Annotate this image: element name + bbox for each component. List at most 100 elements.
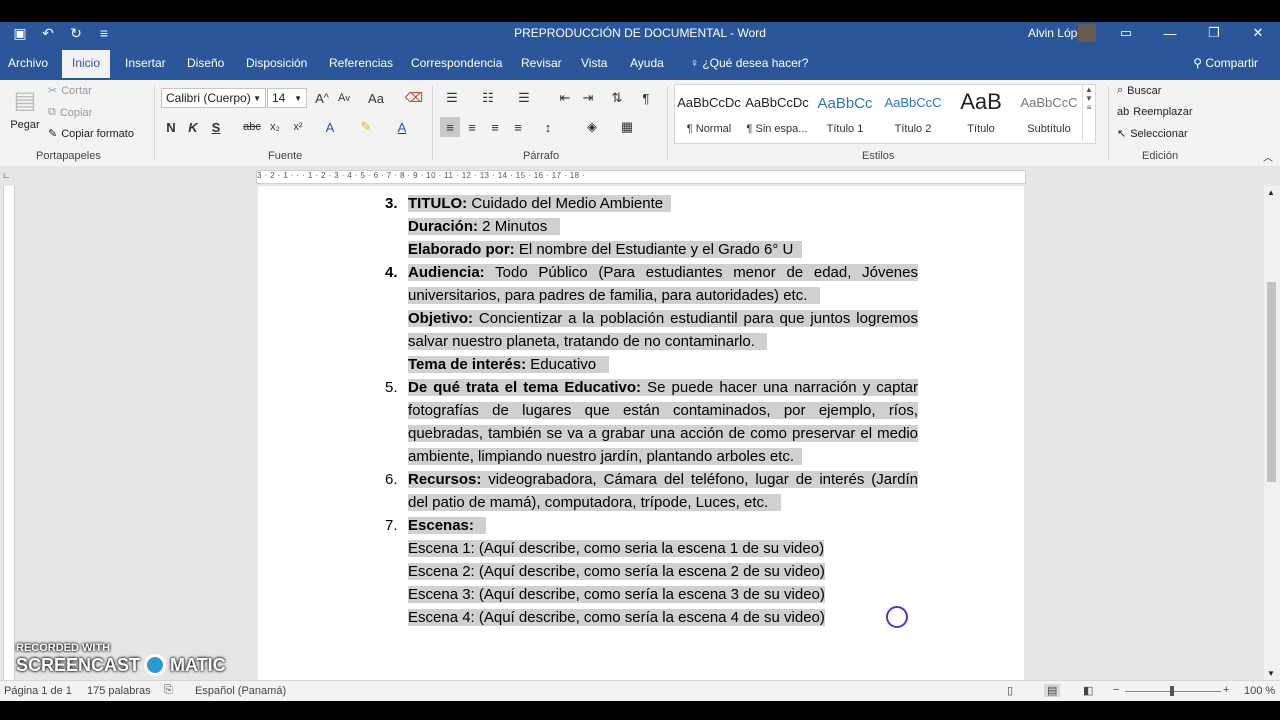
copy-button[interactable]: ⧉ Copiar — [48, 106, 92, 119]
shading-icon[interactable]: ◈ — [582, 117, 602, 137]
read-mode-icon[interactable]: ▯ — [1007, 684, 1013, 697]
grow-font-icon[interactable]: A ^ — [312, 88, 332, 108]
ribbon-display-options-icon[interactable]: ▭ — [1104, 22, 1148, 44]
share-button[interactable]: ⚲ Compartir — [1193, 56, 1258, 70]
style-preview: AaBbCcC — [1020, 95, 1078, 110]
font-name-combo[interactable]: Calibri (Cuerpo) ▼ — [161, 88, 266, 108]
cut-button[interactable]: ✂ Cortar — [48, 84, 92, 98]
scroll-thumb[interactable] — [1267, 282, 1276, 482]
page-count[interactable]: Página 1 de 1 — [4, 685, 72, 697]
zoom-level[interactable]: 100 % — [1244, 685, 1275, 697]
tab-referencias[interactable]: Referencias — [329, 56, 393, 70]
style-preview: AaBbCcDc — [677, 95, 741, 110]
mouse-cursor-indicator — [886, 606, 908, 628]
list-number: 4. — [385, 264, 398, 281]
clear-formatting-icon[interactable]: ⌫ — [404, 88, 424, 108]
vertical-ruler[interactable] — [0, 186, 16, 680]
list-text: 2 Minutos — [478, 218, 548, 235]
font-size-combo[interactable]: 14 ▼ — [267, 88, 307, 108]
style-normal[interactable]: AaBbCcDc ¶ Normal — [675, 85, 743, 141]
horizontal-ruler[interactable]: 3 · 2 · 1 · · · 1 · 2 · 3 · 4 · 5 · 6 · … — [256, 170, 1026, 184]
bold-button[interactable]: N — [161, 117, 181, 137]
tab-disposicion[interactable]: Disposición — [246, 56, 307, 70]
borders-icon[interactable]: ▦ — [617, 117, 637, 137]
strikethrough-button[interactable]: abc — [242, 117, 262, 137]
tab-vista[interactable]: Vista — [581, 56, 607, 70]
justify-icon[interactable]: ≡ — [508, 117, 528, 137]
document-area: 3. TITULO: Cuidado del Medio Ambiente Dur… — [0, 186, 1264, 680]
pilcrow-icon[interactable]: ¶ — [636, 88, 656, 108]
tab-archivo[interactable]: Archivo — [8, 56, 48, 70]
style-heading-2[interactable]: AaBbCcC Título 2 — [879, 85, 947, 141]
italic-button[interactable]: K — [183, 117, 203, 137]
avatar[interactable] — [1078, 24, 1096, 42]
font-color-icon[interactable]: A — [392, 117, 412, 137]
styles-scroll[interactable]: ▲ ▼ ≡ — [1082, 85, 1095, 141]
list-text: Educativo — [526, 356, 597, 373]
align-right-icon[interactable]: ≡ — [485, 117, 505, 137]
tab-diseno[interactable]: Diseño — [187, 56, 224, 70]
font-size-value: 14 — [272, 91, 286, 105]
align-center-icon[interactable]: ≡ — [462, 117, 482, 137]
tab-ayuda[interactable]: Ayuda — [630, 56, 664, 70]
document-page[interactable]: 3. TITULO: Cuidado del Medio Ambiente Dur… — [258, 186, 1024, 680]
vertical-scrollbar[interactable]: ▲ ▼ — [1264, 186, 1280, 680]
bullets-icon[interactable]: ☰ — [442, 88, 462, 108]
zoom-slider-thumb[interactable] — [1170, 686, 1174, 696]
paste-button[interactable]: ▤ Pegar — [10, 86, 40, 131]
tab-correspondencia[interactable]: Correspondencia — [411, 56, 502, 70]
scroll-up-icon[interactable]: ▲ — [1267, 188, 1275, 197]
subscript-button[interactable]: x₂ — [265, 117, 285, 137]
replace-icon: ab — [1117, 106, 1130, 118]
style-heading-1[interactable]: AaBbCc Título 1 — [811, 85, 879, 141]
style-no-spacing[interactable]: AaBbCcDc ¶ Sin espa... — [743, 85, 811, 141]
web-layout-icon[interactable]: ◧ — [1083, 684, 1093, 697]
find-button[interactable]: ⌕ Buscar — [1117, 84, 1161, 97]
align-left-icon[interactable]: ≡ — [440, 117, 460, 137]
select-button[interactable]: ↖ Seleccionar — [1117, 127, 1188, 141]
close-icon[interactable]: ✕ — [1236, 22, 1280, 44]
scroll-down-icon[interactable]: ▼ — [1267, 669, 1275, 678]
tell-me-box[interactable]: ♀ ¿Qué desea hacer? — [690, 56, 808, 70]
chevron-down-icon: ▼ — [294, 93, 302, 103]
style-subtitle[interactable]: AaBbCcC Subtítulo — [1015, 85, 1083, 141]
superscript-button[interactable]: x² — [288, 117, 308, 137]
increase-indent-icon[interactable]: ⇥ — [578, 88, 598, 108]
minimize-icon[interactable]: — — [1148, 22, 1192, 44]
format-painter-button[interactable]: ✎ Copiar formato — [48, 127, 134, 141]
ribbon-tabs: Archivo Inicio Insertar Diseño Disposici… — [0, 44, 1280, 80]
style-title[interactable]: AaB Título — [947, 85, 1015, 141]
tab-revisar[interactable]: Revisar — [521, 56, 562, 70]
change-case-button[interactable]: Aa — [362, 88, 390, 108]
highlight-icon[interactable]: ✎ — [356, 117, 376, 137]
collapse-ribbon-icon[interactable]: ︿ — [1258, 146, 1278, 166]
document-content[interactable]: 3. TITULO: Cuidado del Medio Ambiente Dur… — [385, 192, 918, 629]
tab-insertar[interactable]: Insertar — [125, 56, 166, 70]
proofing-icon[interactable]: ⎘ — [164, 684, 173, 697]
restore-icon[interactable]: ❐ — [1192, 22, 1236, 44]
text-effects-icon[interactable]: A — [320, 117, 340, 137]
tab-selector-icon[interactable]: ∟ — [2, 170, 14, 182]
shrink-font-icon[interactable]: Av — [334, 88, 354, 108]
list-label: Objetivo: — [408, 310, 474, 327]
print-layout-icon[interactable]: ▤ — [1044, 684, 1061, 697]
watermark-line3: MATIC — [170, 654, 226, 675]
scene-text: Escena 1: (Aquí describe, como seria la … — [408, 540, 825, 557]
zoom-out-icon[interactable]: − — [1113, 684, 1119, 696]
list-item: Elaborado por: El nombre del Estudiante … — [408, 238, 918, 261]
multilevel-list-icon[interactable]: ☰ — [514, 88, 534, 108]
underline-button[interactable]: S — [206, 117, 226, 137]
tab-inicio[interactable]: Inicio — [62, 50, 111, 78]
replace-button[interactable]: ab Reemplazar — [1117, 106, 1193, 118]
language[interactable]: Español (Panamá) — [195, 685, 286, 697]
zoom-in-icon[interactable]: + — [1223, 684, 1229, 696]
scene-line: Escena 4: (Aquí describe, como sería la … — [408, 606, 918, 629]
window-controls: ▭ — ❐ ✕ — [1104, 22, 1280, 44]
line-spacing-icon[interactable]: ↕ — [538, 117, 558, 137]
word-count[interactable]: 175 palabras — [87, 685, 151, 697]
numbering-icon[interactable]: ☷ — [478, 88, 498, 108]
sort-icon[interactable]: ⇅ — [607, 88, 627, 108]
format-painter-label: Copiar formato — [61, 127, 134, 140]
decrease-indent-icon[interactable]: ⇤ — [555, 88, 575, 108]
screencast-watermark: RECORDED WITH SCREENCAST MATIC — [16, 642, 226, 676]
